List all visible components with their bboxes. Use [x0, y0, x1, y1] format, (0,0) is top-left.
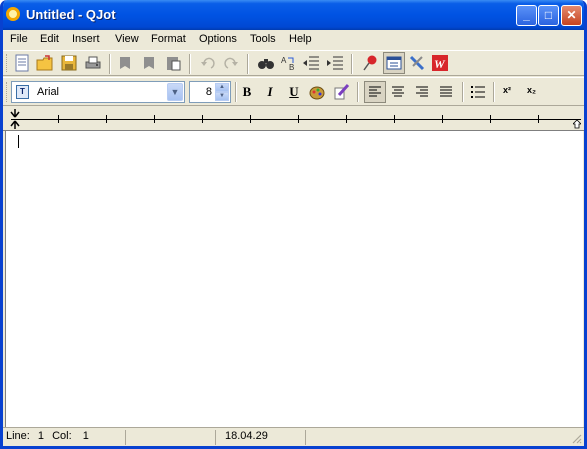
- toolbar-separator: [493, 82, 495, 102]
- font-name-select[interactable]: T Arial ▼: [11, 81, 185, 103]
- window-title: Untitled - QJot: [26, 7, 116, 22]
- menu-format[interactable]: Format: [151, 33, 186, 45]
- menu-insert[interactable]: Insert: [72, 33, 100, 45]
- text-caret: [18, 135, 19, 148]
- justify-icon[interactable]: [438, 84, 454, 100]
- status-bar: Line: 1 Col: 1 18.04.29: [3, 427, 584, 446]
- save-icon[interactable]: [60, 54, 78, 72]
- menu-tools[interactable]: Tools: [250, 33, 276, 45]
- undo-icon[interactable]: [199, 54, 217, 72]
- font-type-icon: T: [16, 85, 29, 99]
- font-size-value: 8: [205, 86, 212, 98]
- replace-icon[interactable]: AB: [280, 54, 298, 72]
- status-cell-empty: [126, 430, 216, 445]
- copy-icon[interactable]: [140, 54, 158, 72]
- status-time: 18.04.29: [216, 430, 306, 445]
- ruler-tick: [298, 115, 299, 123]
- ruler-baseline: [11, 119, 581, 120]
- col-value: 1: [82, 430, 89, 442]
- svg-text:A: A: [281, 56, 287, 65]
- underline-button[interactable]: U: [284, 82, 304, 102]
- ruler-tick: [538, 115, 539, 123]
- toolbar-separator: [189, 54, 191, 74]
- tools-icon[interactable]: [408, 54, 426, 72]
- bullet-list-icon[interactable]: [470, 84, 486, 100]
- bold-button[interactable]: B: [237, 82, 257, 102]
- toolbar-separator: [357, 82, 359, 102]
- ruler-tick: [250, 115, 251, 123]
- cursor-position-cell: Line: 1 Col: 1: [6, 430, 126, 445]
- ruler-tick: [58, 115, 59, 123]
- toolbar-separator: [462, 82, 464, 102]
- font-size-spinner[interactable]: 8 ▲ ▼: [189, 81, 231, 103]
- qjot-app-icon[interactable]: [6, 7, 20, 21]
- highlight-icon[interactable]: [333, 83, 351, 101]
- align-right-icon[interactable]: [414, 84, 430, 100]
- align-center-icon[interactable]: [390, 84, 406, 100]
- open-folder-icon[interactable]: [36, 54, 54, 72]
- paste-icon[interactable]: [164, 54, 182, 72]
- spin-down-icon[interactable]: ▼: [215, 92, 229, 101]
- ruler-tick: [394, 115, 395, 123]
- calendar-icon: [386, 56, 402, 70]
- app-window: Untitled - QJot _ □ ✕ File Edit Insert V…: [0, 0, 587, 449]
- menu-edit[interactable]: Edit: [40, 33, 59, 45]
- ruler[interactable]: [3, 107, 584, 131]
- find-icon[interactable]: [257, 54, 275, 72]
- toolbar-gripper[interactable]: [6, 82, 9, 102]
- title-bar[interactable]: Untitled - QJot _ □ ✕: [3, 0, 584, 30]
- toolbar-separator: [247, 54, 249, 74]
- subscript-button[interactable]: x₂: [527, 85, 536, 95]
- ruler-tick: [106, 115, 107, 123]
- svg-text:B: B: [289, 63, 294, 72]
- menu-options[interactable]: Options: [199, 33, 237, 45]
- menu-bar: File Edit Insert View Format Options Too…: [3, 30, 584, 49]
- print-icon[interactable]: [84, 54, 102, 72]
- ruler-tick: [346, 115, 347, 123]
- indent-icon[interactable]: [326, 54, 344, 72]
- toolbar-separator: [351, 54, 353, 74]
- resize-grip-icon[interactable]: [571, 433, 582, 444]
- maximize-button[interactable]: □: [538, 5, 559, 26]
- col-label: Col:: [52, 430, 72, 442]
- ruler-tick: [442, 115, 443, 123]
- line-value: 1: [37, 430, 45, 442]
- redo-icon[interactable]: [222, 54, 240, 72]
- main-toolbar: AB W: [3, 50, 584, 76]
- text-editor[interactable]: [5, 131, 583, 427]
- superscript-button[interactable]: x²: [503, 85, 511, 95]
- font-name-value: Arial: [37, 86, 60, 98]
- align-left-button[interactable]: [364, 81, 386, 103]
- cut-icon[interactable]: [116, 54, 134, 72]
- ruler-tick: [154, 115, 155, 123]
- italic-button[interactable]: I: [260, 82, 280, 102]
- menu-help[interactable]: Help: [289, 33, 312, 45]
- close-button[interactable]: ✕: [561, 5, 582, 26]
- calendar-button[interactable]: [383, 52, 405, 74]
- align-left-icon: [369, 86, 381, 97]
- right-margin-marker-icon[interactable]: [573, 120, 581, 129]
- chevron-down-icon[interactable]: ▼: [167, 83, 183, 101]
- toolbar-separator: [109, 54, 111, 74]
- menu-view[interactable]: View: [115, 33, 139, 45]
- outdent-icon[interactable]: [302, 54, 320, 72]
- new-document-icon[interactable]: [13, 54, 31, 72]
- ruler-tick: [202, 115, 203, 123]
- toolbar-gripper[interactable]: [6, 54, 9, 72]
- minimize-button[interactable]: _: [516, 5, 537, 26]
- ruler-tick: [490, 115, 491, 123]
- spin-up-icon[interactable]: ▲: [215, 83, 229, 92]
- line-label: Line:: [6, 430, 30, 442]
- word-icon[interactable]: W: [431, 54, 449, 72]
- menu-file[interactable]: File: [10, 33, 28, 45]
- pin-icon[interactable]: [361, 54, 379, 72]
- text-color-icon[interactable]: [308, 83, 326, 101]
- svg-text:W: W: [434, 57, 446, 71]
